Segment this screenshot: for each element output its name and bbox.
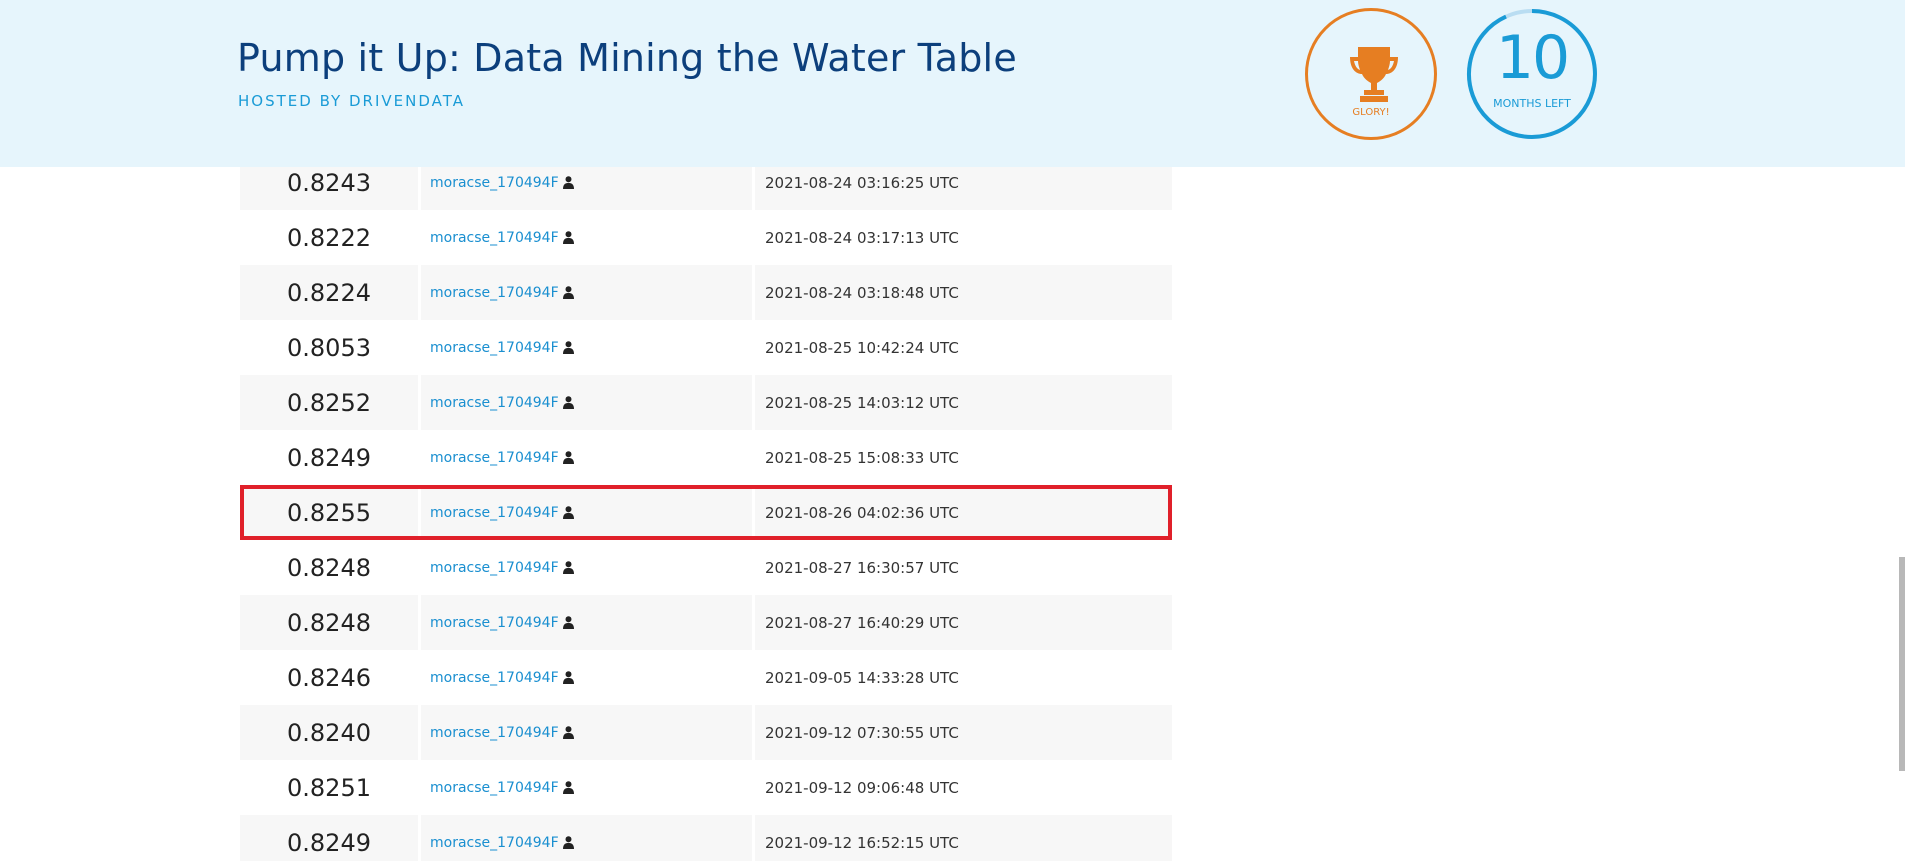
timestamp-cell: 2021-09-05 14:33:28 UTC: [765, 668, 959, 687]
score-cell: 0.8053: [287, 333, 371, 362]
trophy-icon: [1350, 47, 1398, 102]
table-row: 0.8248 moracse_170494F 2021-08-27 16:40:29…: [240, 595, 1172, 650]
user-cell: moracse_170494F: [421, 430, 752, 485]
timestamp-cell: 2021-08-27 16:30:57 UTC: [765, 558, 959, 577]
table-row: 0.8053 moracse_170494F 2021-08-25 10:42:24…: [240, 320, 1172, 375]
person-icon: [562, 726, 574, 739]
score-cell: 0.8224: [240, 265, 418, 320]
user-cell: moracse_170494F: [421, 375, 752, 430]
user-link[interactable]: moracse_170494F: [430, 175, 559, 191]
months-left-number: 10: [1495, 23, 1570, 93]
timestamp-cell: 2021-09-12 07:30:55 UTC: [755, 705, 1172, 760]
hosted-by: HOSTED BY DRIVENDATA: [238, 92, 465, 110]
person-icon: [562, 341, 574, 354]
person-icon: [562, 451, 574, 464]
timestamp-cell: 2021-08-27 16:40:29 UTC: [755, 595, 1172, 650]
table-row: 0.8248 moracse_170494F 2021-08-27 16:30:57…: [240, 540, 1172, 595]
person-icon: [562, 231, 574, 244]
table-row: 0.8249 moracse_170494F 2021-09-12 16:52:15…: [240, 815, 1172, 861]
table-row: 0.8249 moracse_170494F 2021-08-25 15:08:33…: [240, 430, 1172, 485]
person-icon: [562, 396, 574, 409]
page-title[interactable]: Pump it Up: Data Mining the Water Table: [237, 36, 1017, 80]
timestamp-cell: 2021-08-26 04:02:36 UTC: [755, 485, 1172, 540]
timestamp-cell: 2021-08-25 14:03:12 UTC: [755, 375, 1172, 430]
person-icon: [562, 176, 574, 189]
user-cell: moracse_170494F: [421, 760, 752, 815]
prize-badge: GLORY!: [1305, 8, 1437, 140]
table-row: 0.8222 moracse_170494F 2021-08-24 03:17:13…: [240, 210, 1172, 265]
time-remaining-badge: 10 MONTHS LEFT: [1466, 8, 1598, 140]
submissions-table: 0.8243 moracse_170494F 2021-08-24 03:16:25…: [240, 155, 1172, 861]
score-cell: 0.8255: [240, 485, 418, 540]
user-link[interactable]: moracse_170494F: [430, 230, 559, 246]
score-cell: 0.8222: [287, 223, 371, 252]
person-icon: [562, 506, 574, 519]
user-cell: moracse_170494F: [421, 540, 752, 595]
timestamp-cell: 2021-08-25 15:08:33 UTC: [765, 448, 959, 467]
person-icon: [562, 616, 574, 629]
user-link[interactable]: moracse_170494F: [430, 340, 559, 356]
user-cell: moracse_170494F: [421, 265, 752, 320]
user-cell: moracse_170494F: [421, 595, 752, 650]
timestamp-cell: 2021-09-12 09:06:48 UTC: [765, 778, 959, 797]
person-icon: [562, 671, 574, 684]
user-cell: moracse_170494F: [421, 815, 752, 861]
user-link[interactable]: moracse_170494F: [430, 505, 559, 521]
user-cell: moracse_170494F: [421, 485, 752, 540]
user-link[interactable]: moracse_170494F: [430, 670, 559, 686]
person-icon: [562, 286, 574, 299]
score-cell: 0.8248: [287, 553, 371, 582]
table-row: 0.8246 moracse_170494F 2021-09-05 14:33:28…: [240, 650, 1172, 705]
competition-header: Pump it Up: Data Mining the Water Table …: [0, 0, 1905, 167]
hosted-by-link[interactable]: HOSTED BY DRIVENDATA: [238, 92, 465, 110]
user-link[interactable]: moracse_170494F: [430, 835, 559, 851]
glory-label: GLORY!: [1352, 107, 1390, 118]
user-link[interactable]: moracse_170494F: [430, 780, 559, 796]
score-cell: 0.8251: [287, 773, 371, 802]
score-cell: 0.8249: [287, 443, 371, 472]
page: Pump it Up: Data Mining the Water Table …: [0, 0, 1905, 861]
user-link[interactable]: moracse_170494F: [430, 285, 559, 301]
user-link[interactable]: moracse_170494F: [430, 615, 559, 631]
table-row-highlighted: 0.8255 moracse_170494F 2021-08-26 04:02:36…: [240, 485, 1172, 540]
table-row: 0.8252 moracse_170494F 2021-08-25 14:03:12…: [240, 375, 1172, 430]
table-row: 0.8251 moracse_170494F 2021-09-12 09:06:48…: [240, 760, 1172, 815]
timestamp-cell: 2021-09-12 16:52:15 UTC: [755, 815, 1172, 861]
person-icon: [562, 836, 574, 849]
user-link[interactable]: moracse_170494F: [430, 395, 559, 411]
user-cell: moracse_170494F: [421, 210, 752, 265]
user-link[interactable]: moracse_170494F: [430, 560, 559, 576]
score-cell: 0.8246: [287, 663, 371, 692]
user-cell: moracse_170494F: [421, 650, 752, 705]
months-left-label: MONTHS LEFT: [1493, 97, 1571, 110]
person-icon: [562, 781, 574, 794]
user-cell: moracse_170494F: [421, 705, 752, 760]
person-icon: [562, 561, 574, 574]
user-link[interactable]: moracse_170494F: [430, 725, 559, 741]
user-cell: moracse_170494F: [421, 320, 752, 375]
scrollbar-thumb[interactable]: [1899, 557, 1905, 771]
table-row: 0.8240 moracse_170494F 2021-09-12 07:30:55…: [240, 705, 1172, 760]
score-cell: 0.8249: [240, 815, 418, 861]
timestamp-cell: 2021-08-25 10:42:24 UTC: [765, 338, 959, 357]
user-link[interactable]: moracse_170494F: [430, 450, 559, 466]
score-cell: 0.8240: [240, 705, 418, 760]
score-cell: 0.8248: [240, 595, 418, 650]
timestamp-cell: 2021-08-24 03:17:13 UTC: [765, 228, 959, 247]
table-row: 0.8224 moracse_170494F 2021-08-24 03:18:48…: [240, 265, 1172, 320]
score-cell: 0.8252: [240, 375, 418, 430]
timestamp-cell: 2021-08-24 03:18:48 UTC: [755, 265, 1172, 320]
